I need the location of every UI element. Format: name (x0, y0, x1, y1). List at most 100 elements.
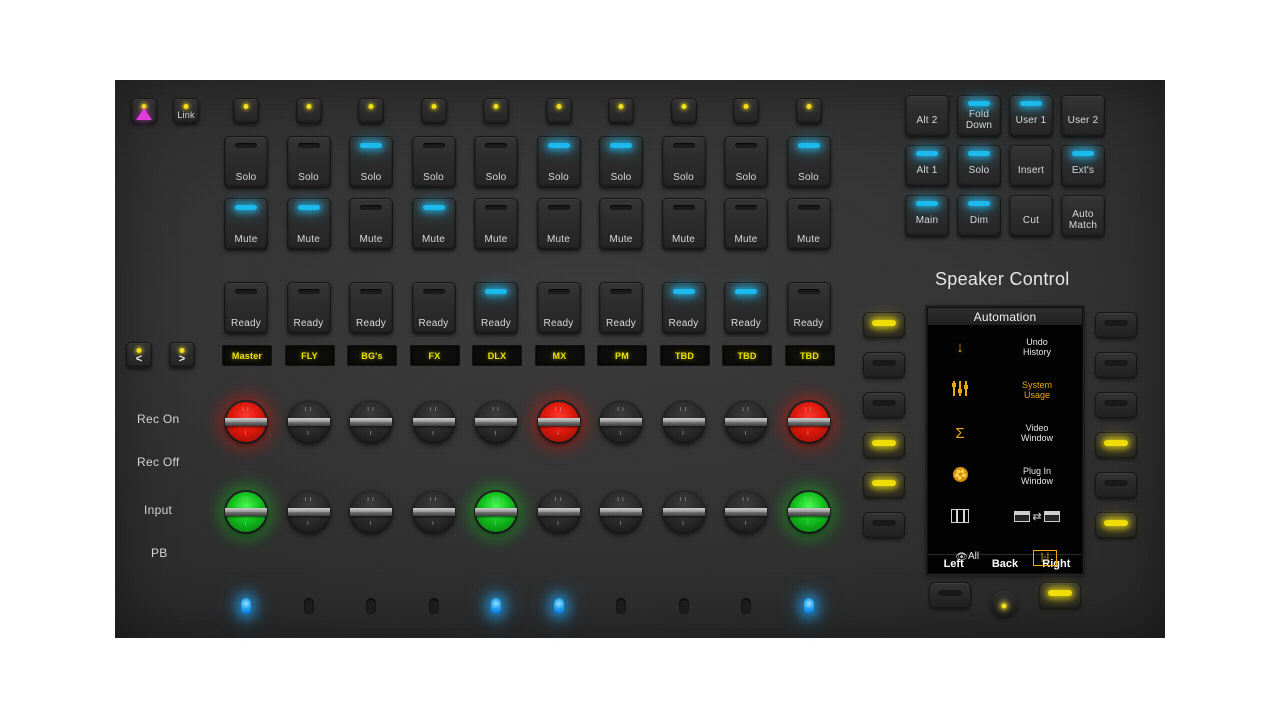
channel-mute-button[interactable]: Mute (474, 198, 518, 250)
nav-next-button[interactable]: > (169, 342, 195, 368)
record-arm-rocker-switch[interactable]: I I I (474, 400, 518, 444)
input-playback-rocker-switch[interactable]: I I I (474, 490, 518, 534)
record-arm-rocker-switch[interactable]: I I I (661, 400, 706, 444)
channel-solo-button[interactable]: Solo (411, 136, 456, 188)
speaker-control-button-insert[interactable]: Insert (1009, 145, 1053, 187)
channel-ready-button[interactable]: Ready (724, 282, 768, 334)
channel-solo-button[interactable]: Solo (224, 136, 268, 188)
channel-mute-button[interactable]: Mute (286, 198, 331, 250)
lcd-menu-row[interactable]: Plug In Window (928, 466, 1082, 486)
record-arm-rocker-switch[interactable]: I I I (599, 400, 643, 444)
record-arm-rocker-switch[interactable]: I I I (349, 400, 393, 444)
lcd-menu-row[interactable]: Σ Video Window (928, 423, 1082, 443)
channel-select-button[interactable] (795, 98, 822, 124)
input-playback-rocker-switch[interactable]: I I I (599, 490, 643, 534)
channel-solo-button[interactable]: Solo (536, 136, 581, 188)
record-arm-rocker-switch[interactable]: I I I (224, 400, 268, 444)
channel-select-button[interactable] (420, 98, 447, 124)
speaker-control-button-user-1[interactable]: User 1 (1009, 95, 1053, 137)
channel-solo-button[interactable]: Solo (349, 136, 393, 188)
channel-select-button[interactable] (295, 98, 322, 124)
soft-key-right-4[interactable] (1095, 432, 1137, 458)
channel-ready-button[interactable]: Ready (599, 282, 643, 334)
soft-key-right-6[interactable] (1095, 512, 1137, 538)
soft-key-right-5[interactable] (1095, 472, 1137, 498)
channel-ready-button[interactable]: Ready (286, 282, 331, 334)
record-arm-rocker-switch[interactable]: I I I (786, 400, 831, 444)
channel-mute-button[interactable]: Mute (724, 198, 768, 250)
channel-select-button[interactable] (233, 98, 259, 124)
soft-key-right-2[interactable] (1095, 352, 1137, 378)
channel-solo-button[interactable]: Solo (724, 136, 768, 188)
soft-key-right-3[interactable] (1095, 392, 1137, 418)
lcd-menu-row[interactable]: 👁 All |-| (928, 547, 1082, 566)
record-arm-rocker-switch[interactable]: I I I (286, 400, 331, 444)
channel-mute-button[interactable]: Mute (536, 198, 581, 250)
input-playback-rocker-switch[interactable]: I I I (661, 490, 706, 534)
channel-ready-button[interactable]: Ready (411, 282, 456, 334)
lcd-menu-row[interactable]: ↓ Undo History (928, 337, 1082, 357)
speaker-control-button-led (1072, 201, 1094, 206)
channel-ready-button[interactable]: Ready (349, 282, 393, 334)
rotary-encoder[interactable] (991, 591, 1017, 617)
channel-solo-button[interactable]: Solo (474, 136, 518, 188)
speaker-control-button-fold-down[interactable]: Fold Down (957, 95, 1001, 137)
soft-key-bottom-right[interactable] (1039, 582, 1081, 608)
lcd-menu-row[interactable]: System Usage (928, 380, 1082, 400)
speaker-control-button-ext-s[interactable]: Ext's (1061, 145, 1105, 187)
channel-select-button[interactable] (358, 98, 384, 124)
soft-key-left-6[interactable] (863, 512, 905, 538)
lcd-menu-right-icon[interactable]: |-| (1008, 547, 1082, 566)
lcd-display[interactable]: Automation ↓ Undo History System Usage Σ Video… (927, 307, 1083, 574)
soft-key-left-1[interactable] (863, 312, 905, 338)
channel-mute-button[interactable]: Mute (661, 198, 706, 250)
input-playback-rocker-switch[interactable]: I I I (411, 490, 456, 534)
speaker-control-button-main[interactable]: Main (905, 195, 949, 237)
soft-key-left-3[interactable] (863, 392, 905, 418)
channel-solo-button[interactable]: Solo (786, 136, 831, 188)
speaker-control-button-cut[interactable]: Cut (1009, 195, 1053, 237)
channel-select-button[interactable] (483, 98, 509, 124)
channel-mute-button[interactable]: Mute (224, 198, 268, 250)
link-button[interactable]: Link (173, 98, 199, 124)
soft-key-bottom-left[interactable] (929, 582, 971, 608)
input-playback-rocker-switch[interactable]: I I I (286, 490, 331, 534)
lcd-menu-row[interactable]: ⇄ (928, 509, 1082, 526)
input-playback-rocker-switch[interactable]: I I I (224, 490, 268, 534)
speaker-control-button-auto-match[interactable]: Auto Match (1061, 195, 1105, 237)
nav-prev-button[interactable]: < (126, 342, 152, 368)
channel-ready-button[interactable]: Ready (224, 282, 268, 334)
channel-ready-button[interactable]: Ready (536, 282, 581, 334)
soft-key-left-5[interactable] (863, 472, 905, 498)
triangle-button[interactable] (131, 98, 157, 124)
speaker-control-button-dim[interactable]: Dim (957, 195, 1001, 237)
channel-solo-button[interactable]: Solo (599, 136, 643, 188)
channel-select-button[interactable] (608, 98, 634, 124)
input-playback-rocker-switch[interactable]: I I I (349, 490, 393, 534)
channel-ready-button[interactable]: Ready (661, 282, 706, 334)
soft-key-left-2[interactable] (863, 352, 905, 378)
record-arm-rocker-switch[interactable]: I I I (724, 400, 768, 444)
input-playback-rocker-switch[interactable]: I I I (786, 490, 831, 534)
channel-ready-button[interactable]: Ready (474, 282, 518, 334)
channel-mute-button[interactable]: Mute (411, 198, 456, 250)
speaker-control-button-alt-2[interactable]: Alt 2 (905, 95, 949, 137)
record-arm-rocker-switch[interactable]: I I I (411, 400, 456, 444)
speaker-control-button-solo[interactable]: Solo (957, 145, 1001, 187)
input-playback-rocker-switch[interactable]: I I I (536, 490, 581, 534)
channel-solo-button[interactable]: Solo (286, 136, 331, 188)
soft-key-left-4[interactable] (863, 432, 905, 458)
record-arm-rocker-switch[interactable]: I I I (536, 400, 581, 444)
channel-mute-button[interactable]: Mute (599, 198, 643, 250)
speaker-control-button-user-2[interactable]: User 2 (1061, 95, 1105, 137)
channel-solo-button[interactable]: Solo (661, 136, 706, 188)
channel-ready-button[interactable]: Ready (786, 282, 831, 334)
soft-key-right-1[interactable] (1095, 312, 1137, 338)
channel-select-button[interactable] (545, 98, 572, 124)
channel-select-button[interactable] (733, 98, 759, 124)
channel-select-button[interactable] (670, 98, 697, 124)
channel-mute-button[interactable]: Mute (786, 198, 831, 250)
channel-mute-button[interactable]: Mute (349, 198, 393, 250)
input-playback-rocker-switch[interactable]: I I I (724, 490, 768, 534)
speaker-control-button-alt-1[interactable]: Alt 1 (905, 145, 949, 187)
